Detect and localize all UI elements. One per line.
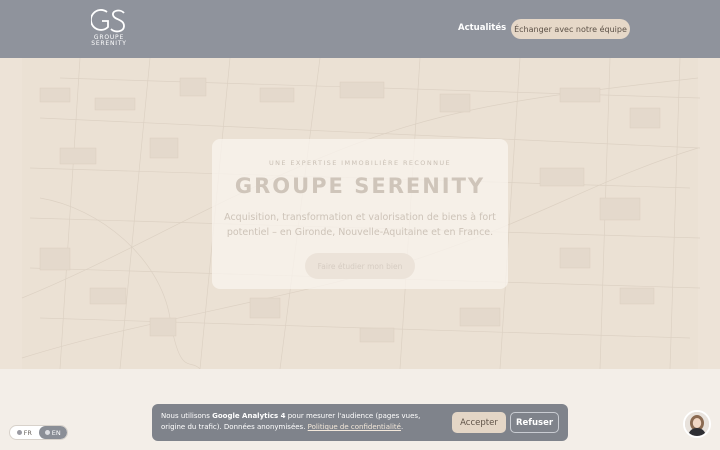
globe-icon xyxy=(16,430,22,435)
cookie-banner: Nous utilisons Google Analytics 4 pour m… xyxy=(152,404,568,441)
lang-code: EN xyxy=(51,428,61,437)
nav-actualites[interactable]: Actualités xyxy=(458,23,506,33)
cookie-text-bold: Google Analytics 4 xyxy=(212,412,286,420)
privacy-policy-link[interactable]: Politique de confidentialité xyxy=(308,423,401,431)
lang-code: FR xyxy=(23,428,32,437)
refuse-cookies-button[interactable]: Refuser xyxy=(510,412,559,433)
hero-title: GROUPE SERENITY xyxy=(234,174,486,198)
hero-card: UNE EXPERTISE IMMOBILIÈRE RECONNUE GROUP… xyxy=(212,139,508,289)
lang-option-en[interactable]: EN xyxy=(38,426,67,439)
cookie-text-end: . xyxy=(400,423,404,431)
accept-cookies-button[interactable]: Accepter xyxy=(452,412,506,433)
evaluate-property-button[interactable]: Faire étudier mon bien xyxy=(305,253,415,279)
hero-eyebrow: UNE EXPERTISE IMMOBILIÈRE RECONNUE xyxy=(268,159,452,167)
site-header: GROUPE SERENITY Actualités Échanger avec… xyxy=(0,0,720,58)
chat-avatar[interactable] xyxy=(683,410,711,438)
gs-monogram-icon xyxy=(91,9,125,33)
globe-icon xyxy=(44,430,50,435)
hero-subtitle: Acquisition, transformation et valorisat… xyxy=(224,212,496,238)
hero-section: UNE EXPERTISE IMMOBILIÈRE RECONNUE GROUP… xyxy=(0,58,720,369)
contact-team-button[interactable]: Échanger avec notre équipe xyxy=(511,19,630,39)
person-avatar-icon xyxy=(685,412,709,436)
language-switcher: FR EN xyxy=(9,425,68,440)
logo[interactable]: GROUPE SERENITY xyxy=(88,7,130,51)
cookie-text-start: Nous utilisons xyxy=(161,412,213,420)
lang-option-fr[interactable]: FR xyxy=(10,426,39,439)
logo-line2: SERENITY xyxy=(91,40,127,47)
cookie-text: Nous utilisons Google Analytics 4 pour m… xyxy=(161,411,446,433)
